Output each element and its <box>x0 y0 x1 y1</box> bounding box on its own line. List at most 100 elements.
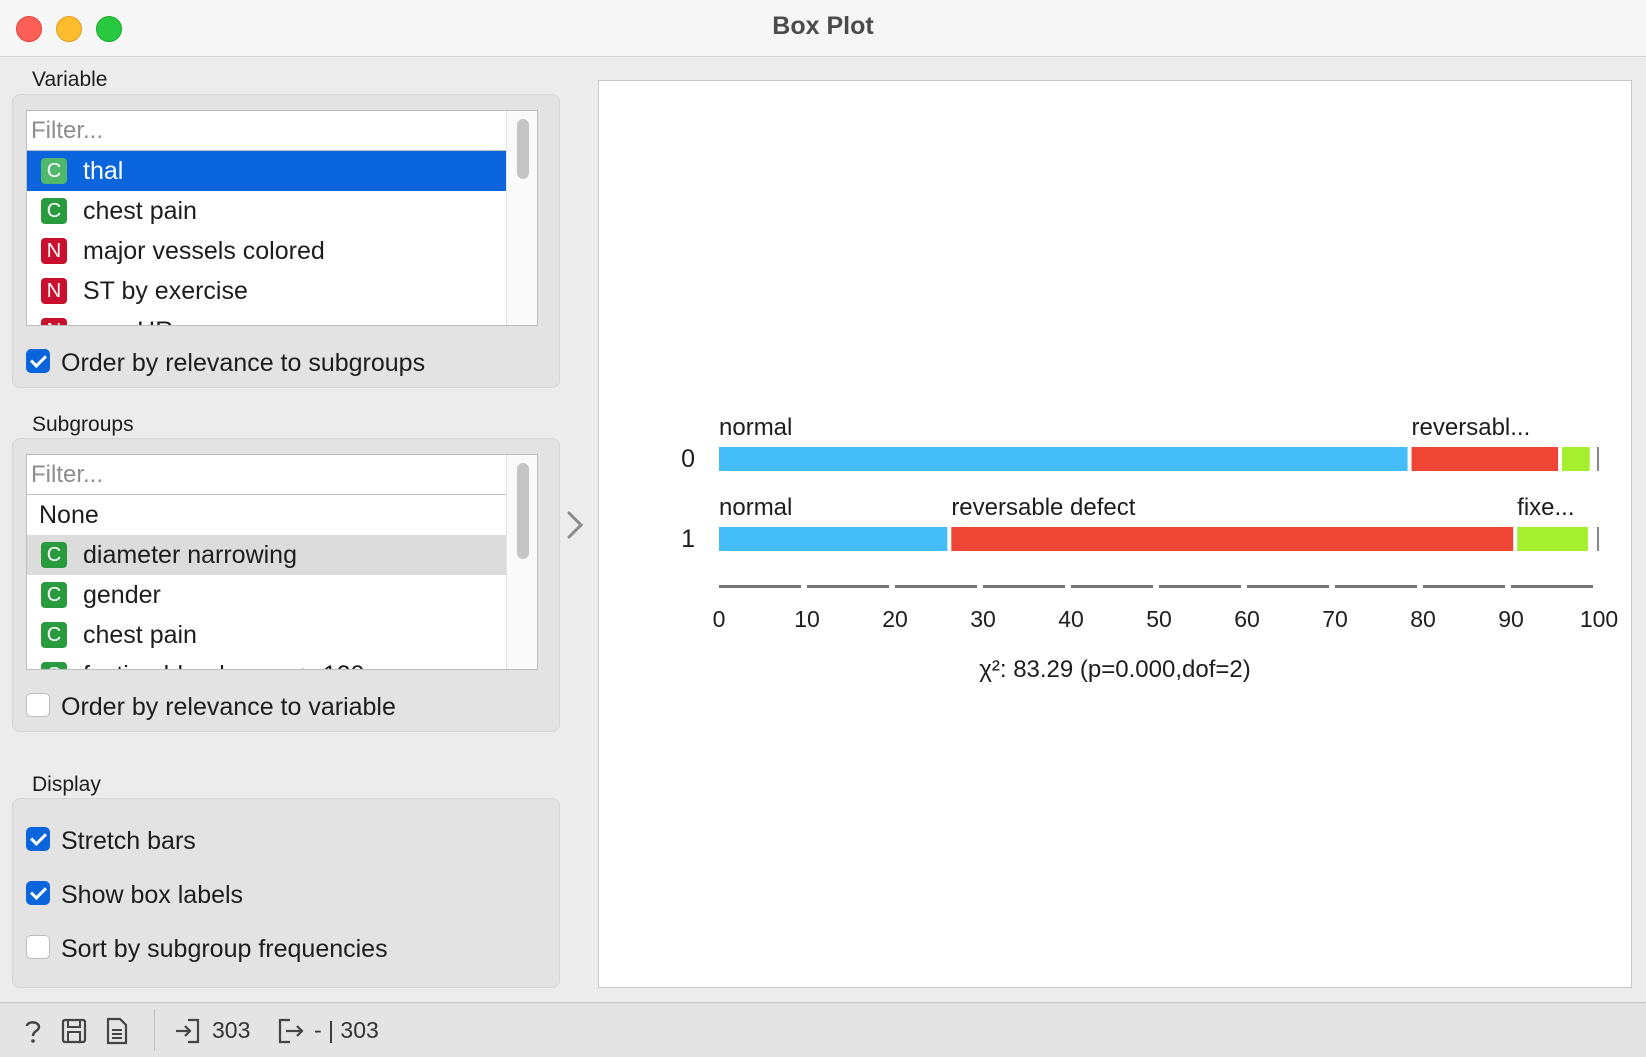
segment-label: reversable defect <box>951 494 1135 521</box>
list-item[interactable]: Nmax HR <box>27 311 507 325</box>
bar-segment <box>719 527 948 551</box>
list-item-label: thal <box>83 157 124 185</box>
x-tick-label: 80 <box>1410 606 1436 632</box>
checkbox-label: Order by relevance to subgroups <box>61 349 426 377</box>
x-tick-label: 10 <box>794 606 820 632</box>
status-separator <box>154 1009 155 1051</box>
list-item[interactable]: N ST by exercise <box>27 271 507 311</box>
checkbox-label: Stretch bars <box>61 827 196 855</box>
axis-segment <box>807 585 889 588</box>
axis-segment <box>1071 585 1153 588</box>
title-bar: Box Plot <box>0 0 1646 57</box>
x-tick-label: 90 <box>1498 606 1524 632</box>
bar-segment <box>1411 447 1559 471</box>
axis-segment <box>983 585 1065 588</box>
categorical-type-icon: C <box>41 662 67 669</box>
output-data-icon <box>278 1018 304 1044</box>
segment-label: reversabl... <box>1412 414 1531 441</box>
x-tick-label: 40 <box>1058 606 1084 632</box>
bar-end-marker <box>1597 447 1599 471</box>
x-tick-label: 50 <box>1146 606 1172 632</box>
input-count: 303 <box>212 1017 251 1043</box>
checkbox-box[interactable] <box>26 827 50 851</box>
x-tick-label: 70 <box>1322 606 1348 632</box>
checkbox-label: Order by relevance to variable <box>61 693 396 721</box>
list-item-label: major vessels colored <box>83 237 325 265</box>
checkbox-label: Show box labels <box>61 881 244 909</box>
checkbox-box[interactable] <box>26 935 50 959</box>
numeric-type-icon: N <box>41 318 67 325</box>
variable-list[interactable]: CthalCchest painNmajor vessels coloredNS… <box>26 110 538 326</box>
list-item[interactable]: Nmajor vessels colored <box>27 231 507 271</box>
row-label: 1 <box>681 525 695 553</box>
list-item-label: max HR <box>83 311 173 325</box>
axis-segment <box>719 585 801 588</box>
help-icon[interactable] <box>20 1017 46 1045</box>
segment-label: normal <box>719 414 792 441</box>
x-tick-label: 20 <box>882 606 908 632</box>
list-item[interactable]: Cdiameter narrowing <box>27 535 507 575</box>
axis-segment <box>1335 585 1417 588</box>
variable-section-label: Variable <box>32 68 108 91</box>
subgroups-list[interactable]: NoneCdiameter narrowingCgenderCchest pai… <box>26 454 538 670</box>
x-tick-label: 0 <box>713 606 726 632</box>
collapse-panel-chevron-icon[interactable] <box>566 510 584 540</box>
axis-segment <box>1423 585 1505 588</box>
x-tick-label: 60 <box>1234 606 1260 632</box>
axis-segment <box>1511 585 1593 588</box>
list-item-label: ST by exercise <box>83 277 248 305</box>
list-item-label: chest pain <box>83 621 197 649</box>
display-section-label: Display <box>32 773 101 796</box>
categorical-type-icon: C <box>41 158 67 184</box>
bar-segment <box>1562 447 1590 471</box>
checkbox-box[interactable] <box>26 881 50 905</box>
list-item[interactable]: Cthal <box>27 151 507 191</box>
axis-segment <box>1159 585 1241 588</box>
list-item[interactable]: Cfasting blood sugar > 120 <box>27 655 507 669</box>
categorical-type-icon: C <box>41 622 67 648</box>
categorical-type-icon: C <box>41 582 67 608</box>
list-item-label: None <box>39 501 99 529</box>
numeric-type-icon: N <box>41 278 67 304</box>
x-tick-label: 30 <box>970 606 996 632</box>
axis-segment <box>1247 585 1329 588</box>
checkbox-box[interactable] <box>26 349 50 373</box>
variable-list-scrollbar[interactable] <box>506 111 537 325</box>
chi-square-statistic: χ²: 83.29 (p=0.000,dof=2) <box>979 656 1250 683</box>
bar-segment <box>719 447 1408 471</box>
axis-segment <box>895 585 977 588</box>
list-item-label: fasting blood sugar > 120 <box>83 655 364 669</box>
categorical-type-icon: C <box>41 542 67 568</box>
subgroups-scroll-thumb[interactable] <box>517 463 529 559</box>
variable-filter-input[interactable] <box>27 111 507 151</box>
checkbox-box[interactable] <box>26 693 50 717</box>
bar-end-marker <box>1597 527 1599 551</box>
segment-label: fixe... <box>1517 494 1574 521</box>
list-item[interactable]: Cchest pain <box>27 615 507 655</box>
variable-scroll-thumb[interactable] <box>517 119 529 179</box>
list-item[interactable]: Cgender <box>27 575 507 615</box>
checkbox-label: Sort by subgroup frequencies <box>61 935 388 963</box>
subgroups-section-label: Subgroups <box>32 413 134 436</box>
subgroups-list-scrollbar[interactable] <box>506 455 537 669</box>
report-icon[interactable] <box>104 1017 130 1045</box>
numeric-type-icon: N <box>41 238 67 264</box>
window-title: Box Plot <box>772 12 874 40</box>
categorical-type-icon: C <box>41 198 67 224</box>
row-label: 0 <box>681 445 695 473</box>
save-icon[interactable] <box>60 1017 88 1045</box>
list-item[interactable]: None <box>27 495 507 535</box>
list-item[interactable]: Cchest pain <box>27 191 507 231</box>
list-item-label: diameter narrowing <box>83 541 297 569</box>
x-tick-label: 100 <box>1580 606 1618 632</box>
input-data-icon <box>176 1018 200 1044</box>
subgroups-filter-input[interactable] <box>27 455 507 495</box>
bar-segment <box>1517 527 1588 551</box>
output-count: - | 303 <box>314 1017 379 1043</box>
status-bar: 303 - | 303 <box>0 1002 1646 1057</box>
plot-area: 0 normal reversabl... 1 normal reversable def… <box>598 80 1632 988</box>
list-item-label: gender <box>83 581 161 609</box>
segment-label: normal <box>719 494 792 521</box>
list-item-label: chest pain <box>83 197 197 225</box>
bar-segment <box>951 527 1514 551</box>
